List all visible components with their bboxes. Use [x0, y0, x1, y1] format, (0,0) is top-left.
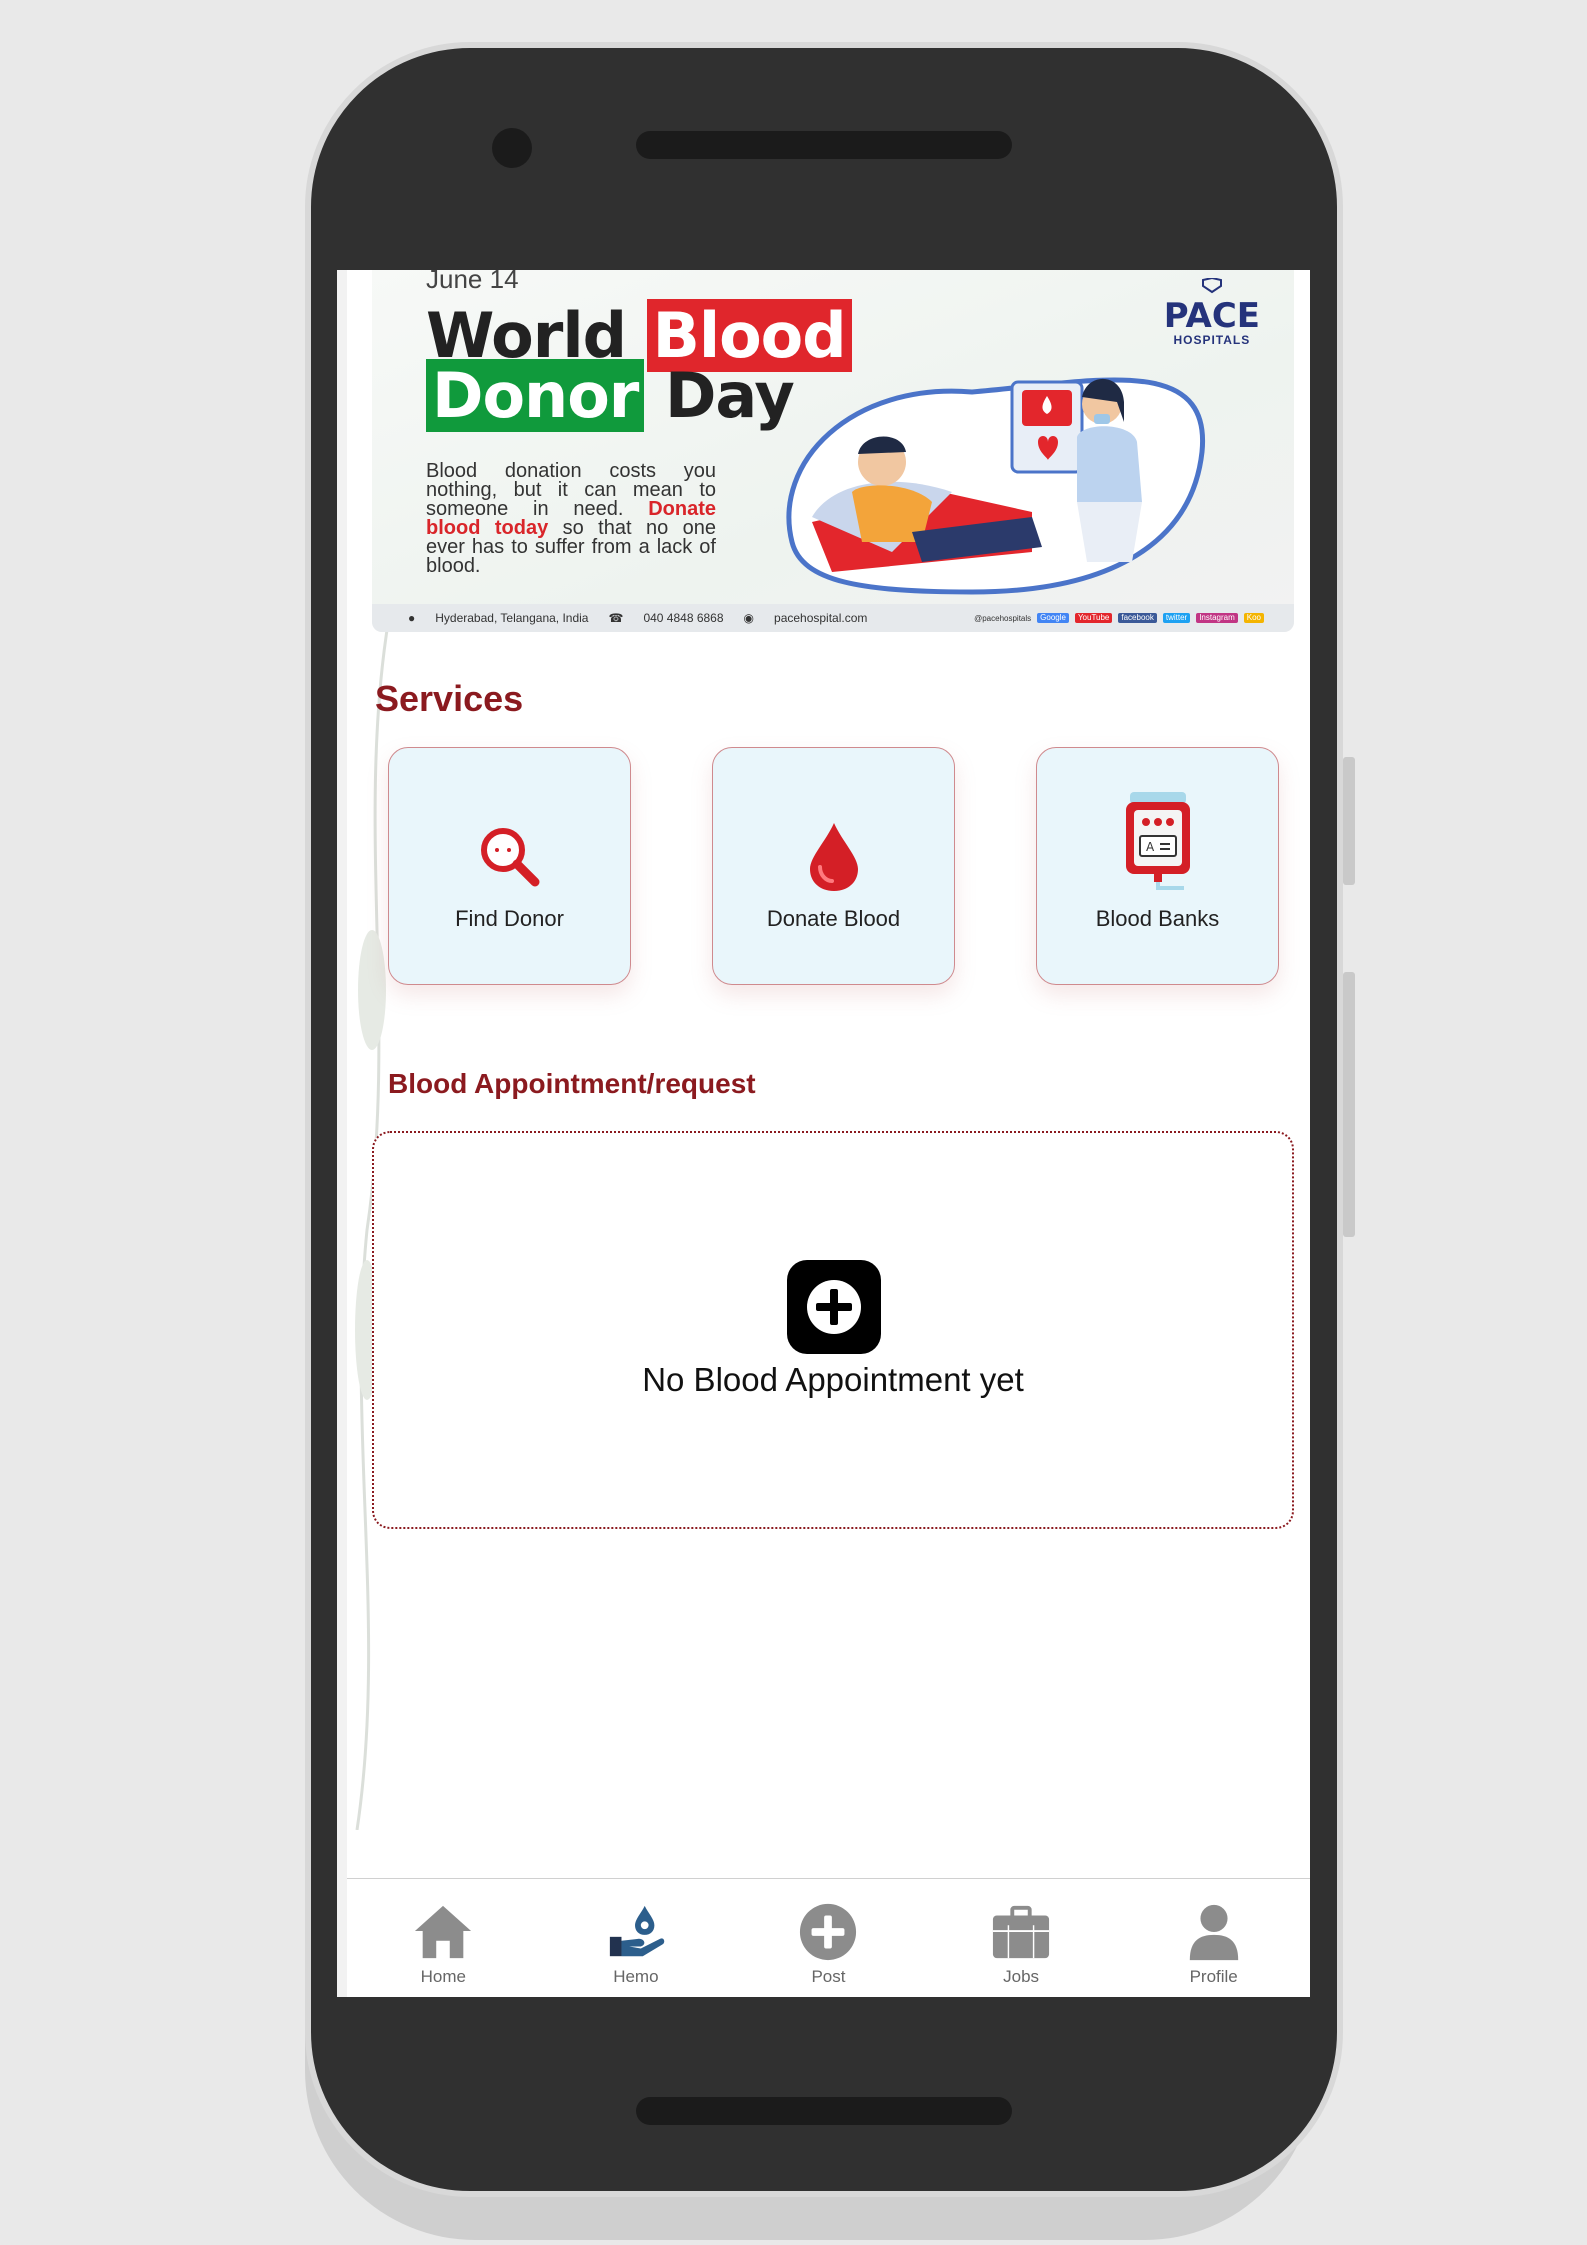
footer-phone: 040 4848 6868: [643, 611, 724, 625]
google-icon: Google: [1037, 613, 1069, 623]
person-icon: [1184, 1901, 1244, 1963]
footer-social-handle: @pacehospitals: [974, 613, 1032, 623]
phone-icon: ☎: [608, 611, 624, 625]
appointment-heading: Blood Appointment/request: [388, 1068, 756, 1099]
plus-icon: [807, 1280, 861, 1334]
bottom-navigation: Home Hemo Post Jobs Profile: [347, 1878, 1310, 1997]
donate-blood-card[interactable]: Donate Blood: [712, 747, 955, 985]
globe-icon: ◉: [743, 611, 755, 625]
hemo-hand-drop-icon: [606, 1901, 666, 1963]
services-heading: Services: [375, 678, 524, 719]
bottom-speaker: [636, 2097, 1012, 2125]
facebook-icon: facebook: [1118, 613, 1157, 623]
blood-drop-icon: [799, 822, 869, 892]
find-donor-label: Find Donor: [455, 906, 564, 931]
svg-text:A: A: [1146, 840, 1155, 854]
footer-web: pacehospital.com: [774, 611, 868, 625]
location-pin-icon: ●: [408, 611, 416, 625]
banner-message: Blood donation costs you nothing, but it…: [426, 461, 716, 576]
home-icon: [413, 1901, 473, 1963]
nav-item-home[interactable]: Home: [383, 1901, 503, 1987]
banner-footer: ● Hyderabad, Telangana, India ☎ 040 4848…: [372, 604, 1294, 632]
app-screen: June 14 World Blood Donor Day Blood dona…: [337, 270, 1310, 1997]
front-camera: [492, 128, 532, 168]
logo-mark-icon: [1201, 276, 1222, 294]
plus-circle-icon: [798, 1901, 858, 1963]
nav-label-jobs: Jobs: [1003, 1967, 1040, 1986]
nav-label-profile: Profile: [1189, 1967, 1238, 1986]
nav-label-hemo: Hemo: [613, 1967, 659, 1986]
nav-item-profile[interactable]: Profile: [1154, 1901, 1274, 1987]
world-blood-donor-day-banner[interactable]: June 14 World Blood Donor Day Blood dona…: [372, 270, 1294, 632]
banner-title-donor: Donor: [426, 359, 645, 432]
blood-banks-label: Blood Banks: [1095, 906, 1220, 931]
footer-social: @pacehospitals Google YouTube facebook t…: [974, 613, 1264, 623]
banner-date: June 14: [426, 270, 519, 294]
earpiece-speaker: [636, 131, 1012, 159]
search-icon: [475, 822, 545, 892]
find-donor-card[interactable]: Find Donor: [388, 747, 631, 985]
nav-item-post[interactable]: Post: [768, 1901, 888, 1987]
youtube-icon: YouTube: [1074, 613, 1113, 623]
add-appointment-button[interactable]: [787, 1260, 881, 1354]
logo-name: PACE: [1163, 296, 1260, 336]
footer-location: Hyderabad, Telangana, India: [435, 611, 589, 625]
blood-banks-card[interactable]: A Blood Banks: [1036, 747, 1279, 985]
nav-label-home: Home: [420, 1967, 466, 1986]
blood-bag-icon: A: [1123, 792, 1193, 892]
phone-side-button: [1343, 972, 1355, 1237]
nav-label-post: Post: [811, 1967, 846, 1986]
instagram-icon: Instagram: [1196, 613, 1238, 623]
appointment-empty-state: No Blood Appointment yet: [372, 1131, 1294, 1529]
donate-blood-label: Donate Blood: [766, 906, 901, 931]
koo-icon: Koo: [1243, 613, 1264, 623]
nav-item-hemo[interactable]: Hemo: [576, 1901, 696, 1987]
pace-hospitals-logo: PACE HOSPITALS: [1163, 276, 1260, 347]
twitter-icon: twitter: [1162, 613, 1191, 623]
nav-item-jobs[interactable]: Jobs: [961, 1901, 1081, 1987]
briefcase-icon: [991, 1901, 1051, 1963]
blood-donation-illustration: [786, 377, 1206, 595]
phone-side-button: [1343, 757, 1355, 885]
screen-edge: [337, 270, 347, 1997]
no-appointment-message: No Blood Appointment yet: [642, 1361, 1024, 1398]
